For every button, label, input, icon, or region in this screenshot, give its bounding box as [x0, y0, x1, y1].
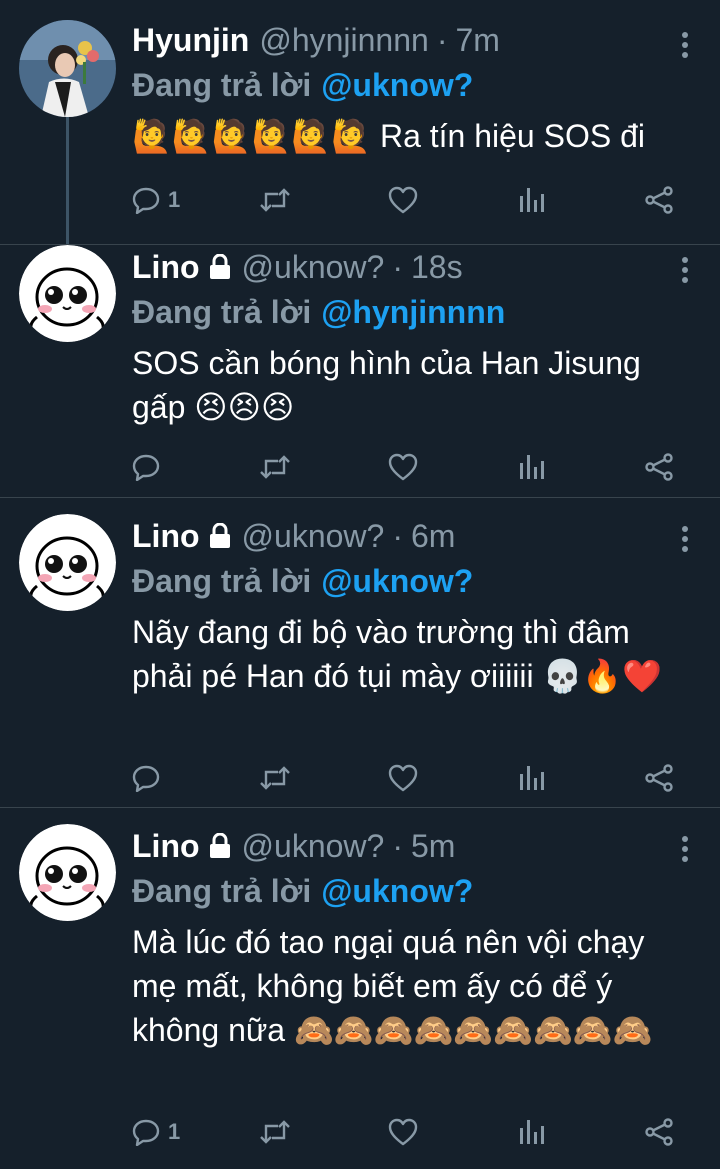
analytics-icon — [518, 453, 544, 481]
display-name[interactable]: Lino — [132, 518, 200, 555]
share-icon — [644, 764, 674, 792]
reply-button[interactable] — [132, 764, 168, 792]
replying-to-handle[interactable]: @hynjinnnn — [321, 294, 505, 330]
replying-to-handle[interactable]: @uknow? — [321, 563, 473, 599]
reply-icon — [132, 453, 160, 481]
retweet-icon — [258, 764, 292, 792]
retweet-button[interactable] — [258, 1118, 292, 1146]
user-handle[interactable]: @uknow? — [242, 249, 385, 286]
user-handle[interactable]: @uknow? — [242, 828, 385, 865]
tweet-actions: 1 — [132, 1112, 692, 1152]
replying-to-label: Đang trả lời — [132, 873, 312, 909]
tweet-header: Lino @uknow? · 18s — [132, 245, 670, 289]
more-vertical-icon[interactable] — [680, 32, 690, 62]
tweet-actions: 1 — [132, 180, 692, 220]
user-handle[interactable]: @uknow? — [242, 518, 385, 555]
reply-icon — [132, 186, 160, 214]
retweet-icon — [258, 1118, 292, 1146]
replying-to-handle[interactable]: @uknow? — [321, 67, 473, 103]
share-button[interactable] — [644, 186, 674, 214]
separator-dot: · — [392, 248, 403, 285]
heart-icon — [388, 453, 418, 481]
display-name[interactable]: Lino — [132, 828, 200, 865]
retweet-icon — [258, 453, 292, 481]
like-button[interactable] — [388, 1118, 418, 1146]
reply-count: 1 — [168, 187, 181, 212]
share-icon — [644, 453, 674, 481]
tweet[interactable]: Lino @uknow? · 18s Đang trả lời @hynjinnn… — [0, 245, 720, 497]
retweet-button[interactable] — [258, 453, 292, 481]
analytics-button[interactable] — [518, 453, 544, 481]
reply-button[interactable]: 1 — [132, 186, 180, 214]
share-button[interactable] — [644, 1118, 674, 1146]
like-button[interactable] — [388, 453, 418, 481]
replying-to-handle[interactable]: @uknow? — [321, 873, 473, 909]
replying-to-label: Đang trả lời — [132, 67, 312, 103]
share-icon — [644, 186, 674, 214]
heart-icon — [388, 764, 418, 792]
analytics-button[interactable] — [518, 1118, 544, 1146]
user-handle[interactable]: @hynjinnnn — [259, 22, 428, 59]
tweet-header: Lino @uknow? · 5m — [132, 824, 670, 868]
analytics-button[interactable] — [518, 764, 544, 792]
analytics-icon — [518, 764, 544, 792]
timestamp[interactable]: 18s — [411, 249, 463, 286]
replying-to: Đang trả lời @uknow? — [132, 868, 670, 914]
tweet-text: SOS cần bóng hình của Han Jisung gấp 😣😣😣 — [132, 345, 641, 425]
display-name[interactable]: Lino — [132, 249, 200, 286]
heart-icon — [388, 1118, 418, 1146]
timestamp[interactable]: 7m — [455, 22, 499, 59]
reply-button[interactable]: 1 — [132, 1118, 180, 1146]
like-button[interactable] — [388, 186, 418, 214]
analytics-icon — [518, 1118, 544, 1146]
separator-dot: · — [392, 517, 403, 554]
replying-to: Đang trả lời @hynjinnnn — [132, 289, 670, 335]
avatar[interactable] — [19, 245, 116, 342]
share-icon — [644, 1118, 674, 1146]
replying-to: Đang trả lời @uknow? — [132, 558, 670, 604]
tweet-text: 🙋🙋🙋🙋🙋🙋 Ra tín hiệu SOS đi — [132, 118, 645, 154]
display-name[interactable]: Hyunjin — [132, 22, 249, 59]
separator-dot: · — [392, 827, 403, 864]
like-button[interactable] — [388, 764, 418, 792]
separator-dot: · — [436, 21, 448, 58]
tweet-text: Mà lúc đó tao ngại quá nên vội chạy mẹ m… — [132, 924, 653, 1048]
share-button[interactable] — [644, 453, 674, 481]
timestamp[interactable]: 5m — [411, 828, 455, 865]
heart-icon — [388, 186, 418, 214]
more-vertical-icon[interactable] — [680, 526, 690, 556]
avatar[interactable] — [19, 824, 116, 921]
analytics-icon — [518, 186, 544, 214]
tweet[interactable]: Lino @uknow? · 6m Đang trả lời @uknow? Nã… — [0, 498, 720, 807]
lock-icon — [208, 254, 232, 280]
more-vertical-icon[interactable] — [680, 257, 690, 287]
tweet-header: Hyunjin @hynjinnnn · 7m — [132, 18, 670, 62]
lock-icon — [208, 523, 232, 549]
avatar[interactable] — [19, 514, 116, 611]
tweet-actions — [132, 758, 692, 798]
tweet-actions — [132, 447, 692, 487]
avatar[interactable] — [19, 20, 116, 117]
replying-to-label: Đang trả lời — [132, 563, 312, 599]
tweet[interactable]: Hyunjin @hynjinnnn · 7m Đang trả lời @ukn… — [0, 0, 720, 244]
more-vertical-icon[interactable] — [680, 836, 690, 866]
tweet-header: Lino @uknow? · 6m — [132, 514, 670, 558]
reply-icon — [132, 1118, 160, 1146]
replying-to: Đang trả lời @uknow? — [132, 62, 670, 108]
retweet-button[interactable] — [258, 186, 292, 214]
replying-to-label: Đang trả lời — [132, 294, 312, 330]
tweet[interactable]: Lino @uknow? · 5m Đang trả lời @uknow? Mà… — [0, 808, 720, 1169]
tweet-text: Nãy đang đi bộ vào trường thì đâm phải p… — [132, 614, 663, 694]
retweet-button[interactable] — [258, 764, 292, 792]
retweet-icon — [258, 186, 292, 214]
reply-button[interactable] — [132, 453, 168, 481]
reply-count: 1 — [168, 1119, 181, 1144]
share-button[interactable] — [644, 764, 674, 792]
timestamp[interactable]: 6m — [411, 518, 455, 555]
lock-icon — [208, 833, 232, 859]
analytics-button[interactable] — [518, 186, 544, 214]
reply-icon — [132, 764, 160, 792]
